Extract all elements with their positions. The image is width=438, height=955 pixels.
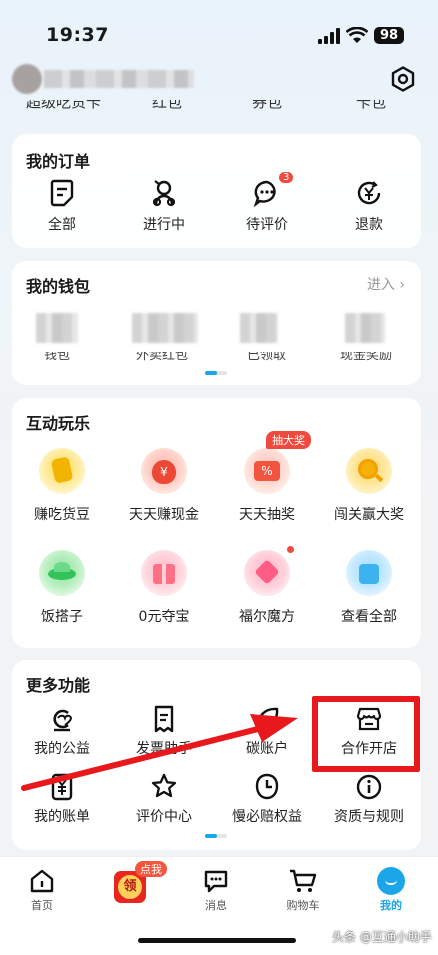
cube-icon <box>244 550 290 596</box>
gift-box-icon <box>141 550 187 596</box>
tab-cart[interactable]: 购物车 <box>268 867 338 913</box>
order-all-button[interactable]: 全部 <box>12 178 112 234</box>
plate-icon <box>39 550 85 596</box>
refund-icon <box>357 181 381 205</box>
blocks-icon <box>346 550 392 596</box>
fun-item-lottery[interactable]: % 天天抽奖 <box>217 448 317 524</box>
review-count-badge: 3 <box>279 172 294 183</box>
orders-card: 我的订单 全部 进行中 3 待评价 退款 <box>12 134 421 248</box>
tap-me-badge: 点我 <box>135 861 167 877</box>
user-header <box>0 56 438 102</box>
status-bar: 19:37 98 <box>0 0 438 56</box>
fun-item-cash[interactable]: ¥ 天天赚现金 <box>114 448 214 524</box>
battery-indicator: 98 <box>374 27 404 44</box>
wallet-title: 我的钱包 <box>26 277 91 296</box>
fun-card: 互动玩乐 赚吃货豆 ¥ 天天赚现金 % 天天抽奖 抽大奖 闯关赢大奖 饭搭子 0… <box>12 398 421 648</box>
tab-messages[interactable]: 消息 <box>181 867 251 913</box>
wallet-page-indicator-active <box>205 371 217 375</box>
more-item-qualifications[interactable]: 资质与规则 <box>319 772 419 826</box>
wallet-value-blurred[interactable] <box>132 313 198 343</box>
lottery-badge: 抽大奖 <box>266 431 311 449</box>
rider-icon <box>152 180 176 207</box>
fun-item-challenge[interactable]: 闯关赢大奖 <box>319 448 419 524</box>
lottery-ticket-icon: % <box>244 448 290 494</box>
message-icon <box>204 870 228 893</box>
asset-shortcuts-cut: 超级吃货卡 红包 券包 卡包 <box>0 100 438 116</box>
tab-profile[interactable]: 我的 <box>356 867 426 913</box>
wallet-label-cut: 外卖红包 <box>136 352 189 362</box>
shortcut-label[interactable]: 卡包 <box>356 100 386 112</box>
wallet-value-blurred[interactable] <box>240 313 278 343</box>
highlight-box <box>312 696 420 772</box>
chevron-right-icon: › <box>399 277 405 293</box>
tab-home[interactable]: 首页 <box>7 867 77 913</box>
wallet-label-cut: 已领取 <box>247 352 287 362</box>
signal-icon <box>318 28 340 44</box>
fun-item-free-treasure[interactable]: 0元夺宝 <box>114 550 214 626</box>
tab-coupon[interactable]: 领 点我 <box>95 861 167 903</box>
wifi-icon <box>346 27 368 43</box>
watermark: 头条 @互通小助手 <box>332 930 432 944</box>
money-bag-icon: ¥ <box>141 448 187 494</box>
annotation-arrow <box>21 714 298 791</box>
avatar[interactable] <box>12 64 42 94</box>
order-inprogress-button[interactable]: 进行中 <box>114 178 214 234</box>
home-indicator[interactable] <box>138 938 296 943</box>
fun-title: 互动玩乐 <box>26 414 91 433</box>
cart-icon <box>290 869 317 892</box>
comment-icon <box>253 180 276 208</box>
shortcut-label[interactable]: 券包 <box>252 100 282 112</box>
fun-item-beans[interactable]: 赚吃货豆 <box>12 448 112 524</box>
shortcut-label[interactable]: 超级吃货卡 <box>26 100 101 112</box>
shortcut-label[interactable]: 红包 <box>152 100 182 112</box>
bean-icon <box>39 448 85 494</box>
profile-icon <box>377 867 405 895</box>
wallet-card: 我的钱包 进入 › <box>12 261 421 385</box>
orders-title: 我的订单 <box>26 152 91 171</box>
info-icon <box>356 774 382 800</box>
fun-item-dining-buddy[interactable]: 饭搭子 <box>12 550 112 626</box>
fun-item-cube[interactable]: 福尔魔方 <box>217 550 317 626</box>
order-doc-icon <box>50 179 74 207</box>
more-page-indicator-active <box>205 834 217 838</box>
status-time: 19:37 <box>46 24 109 46</box>
wallet-value-blurred[interactable] <box>36 313 78 343</box>
wallet-label-cut: 钱包 <box>44 352 71 362</box>
username-blurred[interactable] <box>44 70 194 88</box>
magnifier-coin-icon <box>346 448 392 494</box>
wallet-enter-link[interactable]: 进入 › <box>367 274 405 294</box>
home-icon <box>30 869 54 893</box>
fun-item-view-all[interactable]: 查看全部 <box>319 550 419 626</box>
wallet-value-blurred[interactable] <box>345 313 385 343</box>
wallet-label-cut: 现金奖励 <box>340 352 393 362</box>
order-toreview-button[interactable]: 3 待评价 <box>217 172 317 234</box>
settings-gear-icon[interactable] <box>390 66 416 92</box>
order-refund-button[interactable]: 退款 <box>319 178 419 234</box>
new-dot <box>287 546 294 553</box>
